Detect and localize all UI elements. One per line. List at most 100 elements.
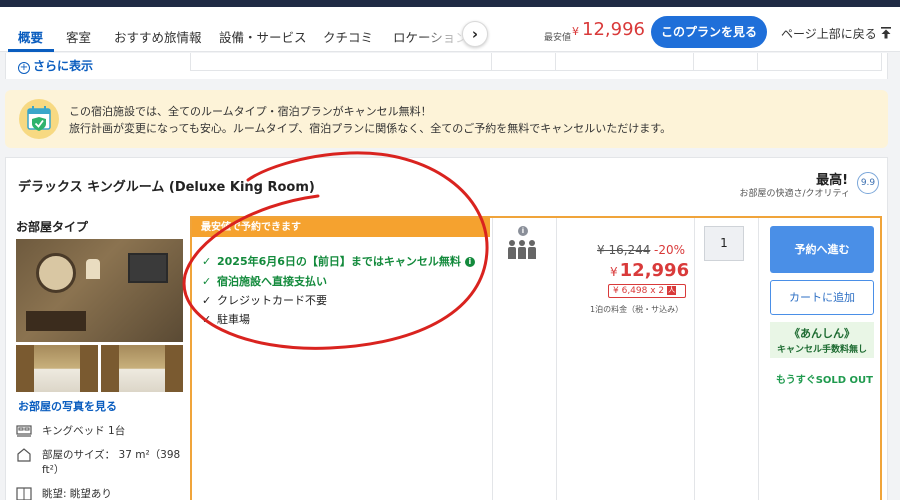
- original-price: ¥ 16,244: [597, 243, 651, 257]
- back-to-top-label: ページ上部に戻る: [781, 27, 877, 41]
- tab-overview[interactable]: 概要: [18, 27, 43, 46]
- amenity-size-line-2: ft²）: [42, 464, 65, 476]
- column-divider: [556, 218, 557, 500]
- min-price-currency: ¥: [572, 25, 579, 38]
- section-nav-bar: 概要 客室 おすすめ旅情報 設備・サービス クチコミ ロケーション › 最安値 …: [0, 7, 900, 52]
- min-price-value: 12,996: [582, 19, 645, 40]
- column-divider: [555, 53, 556, 71]
- room-size-icon: [17, 448, 31, 462]
- tab-facilities[interactable]: 設備・サービス: [219, 27, 307, 46]
- current-price: ¥12,996: [610, 260, 689, 281]
- room-card: デラックス キングルーム (Deluxe King Room) 最高! お部屋の…: [5, 157, 888, 500]
- view-room-photos-link[interactable]: お部屋の写真を見る: [18, 398, 117, 414]
- amenity-text: 眺望: 眺望あり: [42, 488, 112, 500]
- feature-text: 駐車場: [217, 313, 250, 326]
- tab-rooms[interactable]: 客室: [66, 27, 91, 46]
- back-to-top-link[interactable]: ページ上部に戻る: [781, 25, 892, 42]
- check-icon: ✓: [202, 275, 212, 288]
- feature-pay-at-property: ✓ 宿泊施設へ直接支払い: [202, 273, 327, 289]
- person-head: [519, 240, 525, 246]
- column-divider: [492, 218, 493, 500]
- previous-plan-box: [190, 53, 882, 71]
- score-badge: 9.9: [857, 172, 879, 194]
- photo-detail: [128, 253, 168, 283]
- person-body: [528, 247, 536, 259]
- previous-room-remnant: + さらに表示: [5, 53, 888, 79]
- room-photo-thumb[interactable]: [101, 345, 183, 392]
- add-to-cart-button[interactable]: カートに追加: [770, 280, 874, 315]
- plus-circle-icon: +: [18, 62, 30, 74]
- arrow-up-icon: [880, 27, 891, 39]
- check-icon: ✓: [202, 313, 212, 326]
- feature-free-cancel: ✓ 2025年6月6日の【前日】まではキャンセル無料 i: [202, 253, 475, 269]
- feature-parking: ✓ 駐車場: [202, 311, 250, 327]
- amenity-size-line-1: 部屋のサイズ： 37 m²（398: [42, 449, 181, 461]
- room-photo-thumb[interactable]: [16, 345, 98, 392]
- room-photo-main[interactable]: [16, 239, 183, 342]
- calendar-check-icon: [19, 99, 59, 139]
- person-icon: [528, 240, 536, 260]
- occupancy-info-icon[interactable]: i: [518, 226, 528, 236]
- person-icon: [508, 240, 516, 260]
- tab-travel-info[interactable]: おすすめ旅情報: [114, 27, 202, 46]
- person-body: [518, 247, 526, 259]
- info-icon[interactable]: i: [464, 257, 475, 267]
- feature-text: 2025年6月6日の【前日】まではキャンセル無料: [217, 255, 461, 268]
- column-divider: [491, 53, 492, 71]
- per-person-price: ¥ 6,498 x 2人: [608, 284, 686, 298]
- photo-detail: [80, 345, 98, 392]
- current-price-value: 12,996: [619, 260, 690, 281]
- photo-detail: [36, 253, 76, 293]
- view-plan-button[interactable]: このプランを見る: [651, 16, 767, 48]
- photo-detail: [16, 345, 34, 392]
- free-cancellation-notice: この宿泊施設では、全てのルームタイプ・宿泊プランがキャンセル無料！ 旅行計画が変…: [5, 90, 888, 148]
- per-person-text: ¥ 6,498 x 2: [613, 286, 665, 296]
- room-quantity-select[interactable]: 1: [704, 226, 744, 261]
- lowest-price-banner: 最安値で予約できます: [192, 218, 490, 237]
- photo-detail: [26, 311, 86, 331]
- tax-note: 1泊の料金（税・サ込み）: [590, 305, 684, 314]
- photo-detail: [86, 259, 100, 279]
- person-body: [508, 247, 516, 259]
- check-icon: ✓: [202, 294, 212, 307]
- feature-no-card: ✓ クレジットカード不要: [202, 292, 327, 308]
- photo-detail: [165, 345, 183, 392]
- room-type-label: お部屋タイプ: [16, 220, 89, 234]
- active-tab-indicator: [8, 49, 54, 52]
- notice-line-2: 旅行計画が変更になっても安心。ルームタイプ、宿泊プランに関係なく、全てのご予約を…: [69, 122, 672, 135]
- photo-detail: [101, 345, 119, 392]
- column-divider: [693, 53, 694, 71]
- room-title: デラックス キングルーム (Deluxe King Room): [18, 180, 315, 195]
- current-price-currency: ¥: [610, 265, 618, 279]
- sold-out-soon-label: もうすぐSOLD OUT: [776, 375, 873, 386]
- feature-text: クレジットカード不要: [217, 294, 327, 307]
- person-icon: 人: [667, 286, 677, 295]
- tab-reviews[interactable]: クチコミ: [323, 27, 373, 46]
- person-icon: [518, 240, 526, 260]
- score-subtitle: お部屋の快適さ/クオリティ: [739, 189, 851, 199]
- person-head: [529, 240, 535, 246]
- show-more-label: さらに表示: [33, 59, 94, 73]
- discount-badge: -20%: [654, 243, 686, 257]
- bed-icon: [16, 425, 32, 437]
- rate-plan-box: 最安値で予約できます ✓ 2025年6月6日の【前日】まではキャンセル無料 i ✓ 宿…: [190, 216, 882, 500]
- anshin-title: 《あんしん》: [789, 327, 855, 340]
- person-head: [509, 240, 515, 246]
- notice-text: この宿泊施設では、全てのルームタイプ・宿泊プランがキャンセル無料！ 旅行計画が変…: [69, 103, 671, 137]
- amenity-text: キングベッド 1台: [42, 425, 126, 437]
- column-divider: [694, 218, 695, 500]
- min-price-label: 最安値: [544, 33, 572, 43]
- view-icon: [16, 487, 32, 500]
- amenity-text: 部屋のサイズ： 37 m²（398 ft²）: [42, 448, 180, 478]
- feature-text: 宿泊施設へ直接支払い: [217, 275, 327, 288]
- top-strip: [0, 0, 900, 7]
- check-icon: ✓: [202, 255, 212, 268]
- show-more-link[interactable]: + さらに表示: [18, 57, 93, 74]
- column-divider: [757, 53, 758, 71]
- anshin-subtitle: キャンセル手数料無し: [776, 345, 867, 355]
- anshin-badge: 《あんしん》 キャンセル手数料無し: [770, 322, 874, 358]
- chevron-right-icon[interactable]: ›: [462, 21, 488, 47]
- reserve-button[interactable]: 予約へ進む: [770, 226, 874, 273]
- column-divider: [758, 218, 759, 500]
- notice-line-1: この宿泊施設では、全てのルームタイプ・宿泊プランがキャンセル無料！: [69, 105, 432, 118]
